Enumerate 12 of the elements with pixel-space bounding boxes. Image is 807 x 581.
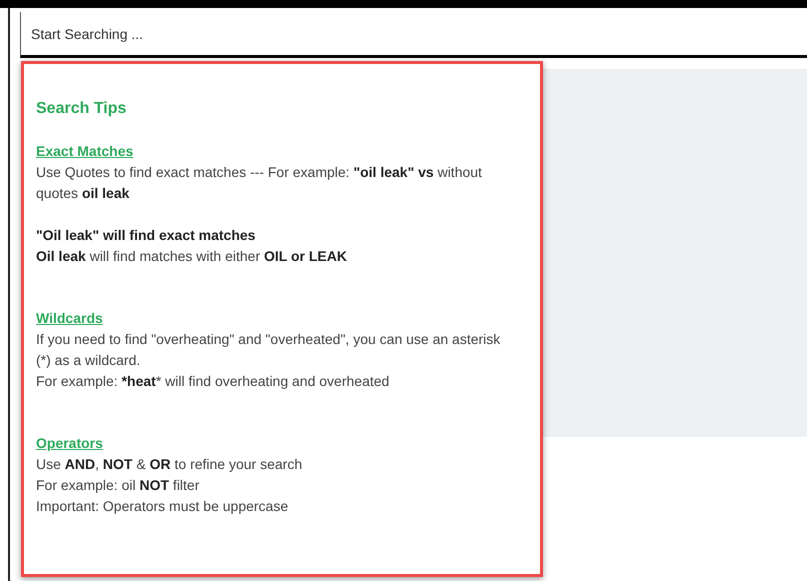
tips-title: Search Tips (36, 99, 126, 119)
section-heading-link[interactable]: Exact Matches (36, 141, 134, 162)
tip-text: Use AND, NOT & OR to refine your search (36, 455, 302, 474)
section-heading-link[interactable]: Wildcards (36, 308, 103, 329)
section-heading-link[interactable]: Operators (36, 433, 103, 454)
tip-text: Oil leak will find matches with either OIL or LEAK (36, 247, 347, 266)
tip-text: For example: *heat* will find overheating and overheated (36, 372, 390, 391)
tip-text: If you need to find "overheating" and "overheated", you can use an asterisk (*) as a wildcard. (36, 330, 502, 370)
tip-text: "Oil leak" will find exact matches (36, 226, 256, 245)
tip-text: Use Quotes to find exact matches --- For example: "oil leak" vs without quotes oil leak (36, 163, 483, 203)
tip-text: For example: oil NOT filter (36, 476, 200, 495)
tip-text: Important: Operators must be uppercase (36, 497, 288, 516)
